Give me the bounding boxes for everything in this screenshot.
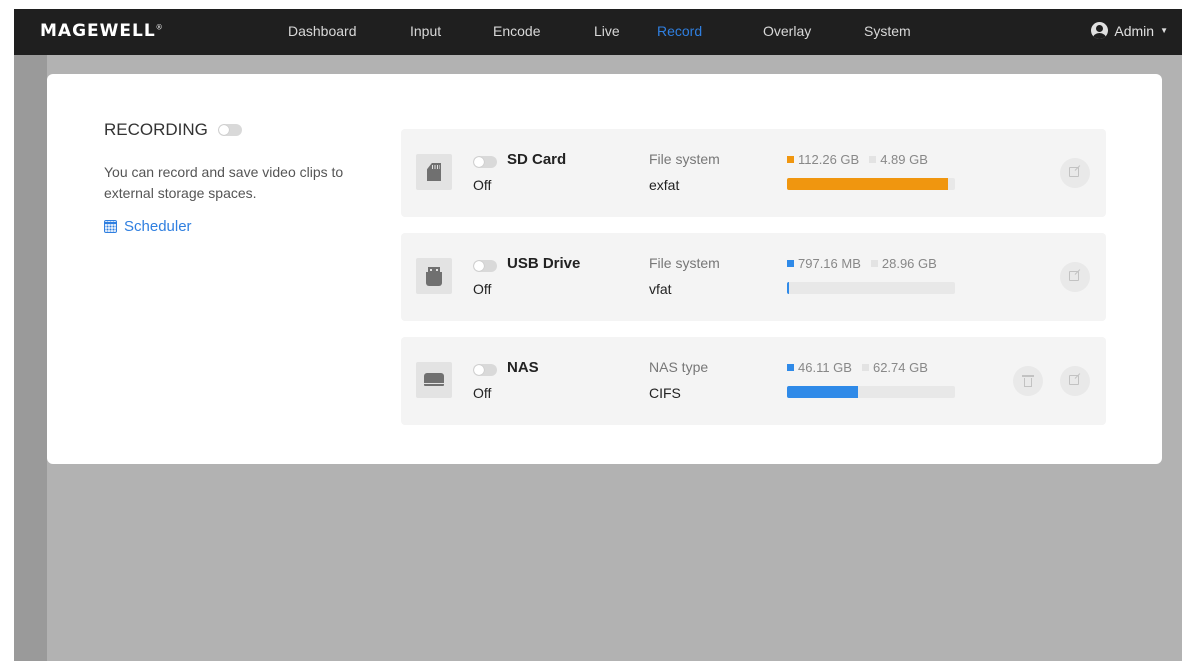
usb-drive-used: 797.16 MB (798, 256, 861, 271)
nas-usage-bar (787, 386, 955, 398)
sd-card-usage-legend: 112.26 GB 4.89 GB (787, 152, 928, 167)
user-menu[interactable]: Admin ▼ (1091, 22, 1168, 39)
usb-drive-usage-bar (787, 282, 955, 294)
storage-row-usb-drive: USB Drive Off File system vfat 797.16 MB… (401, 233, 1106, 321)
scheduler-label: Scheduler (124, 218, 192, 235)
nas-delete-button[interactable] (1013, 366, 1043, 396)
nas-usage-legend: 46.11 GB 62.74 GB (787, 360, 928, 375)
used-swatch (787, 364, 794, 371)
storage-row-nas: NAS Off NAS type CIFS 46.11 GB 62.74 GB (401, 337, 1106, 425)
used-swatch (787, 260, 794, 267)
scheduler-link[interactable]: Scheduler (104, 218, 192, 235)
nas-usage-fill (787, 386, 858, 398)
nav-overlay[interactable]: Overlay (763, 23, 811, 39)
sd-card-usage-bar (787, 178, 955, 190)
edit-icon (1069, 167, 1079, 177)
free-swatch (861, 364, 869, 371)
trash-icon (1022, 375, 1034, 387)
usb-drive-fs-label: File system (649, 255, 720, 271)
free-swatch (869, 156, 877, 163)
edit-icon (1069, 375, 1079, 385)
nas-icon (416, 362, 452, 398)
usb-drive-usage-fill (787, 282, 789, 294)
edit-icon (1069, 271, 1079, 281)
nav-input[interactable]: Input (410, 23, 441, 39)
usb-drive-icon (416, 258, 452, 294)
nas-name: NAS (507, 359, 539, 376)
recording-toggle[interactable] (217, 124, 242, 136)
recording-panel: RECORDING You can record and save video … (47, 74, 1162, 464)
sd-card-used: 112.26 GB (798, 152, 860, 167)
sd-card-fs-label: File system (649, 151, 720, 167)
sd-card-free: 4.89 GB (880, 152, 928, 167)
usb-drive-usage-legend: 797.16 MB 28.96 GB (787, 256, 937, 271)
nav-record[interactable]: Record (657, 23, 702, 39)
sd-card-fs-value: exfat (649, 177, 680, 193)
used-swatch (787, 156, 794, 163)
free-swatch (870, 260, 878, 267)
nas-used: 46.11 GB (798, 360, 852, 375)
app-window: MAGEWELL® Dashboard Input Encode Live Re… (14, 9, 1182, 661)
nav-live[interactable]: Live (594, 23, 620, 39)
usb-drive-name: USB Drive (507, 255, 581, 272)
sd-card-name: SD Card (507, 151, 567, 168)
recording-description: You can record and save video clips to e… (104, 164, 344, 201)
caret-down-icon: ▼ (1160, 26, 1168, 35)
nas-status: Off (473, 385, 492, 401)
user-avatar-icon (1091, 22, 1109, 39)
nas-edit-button[interactable] (1060, 366, 1090, 396)
top-navigation-bar: MAGEWELL® Dashboard Input Encode Live Re… (14, 9, 1182, 55)
nas-free: 62.74 GB (872, 360, 928, 375)
usb-drive-status: Off (473, 281, 492, 297)
nav-system[interactable]: System (864, 23, 911, 39)
usb-drive-free: 28.96 GB (881, 256, 937, 271)
sd-card-edit-button[interactable] (1060, 158, 1090, 188)
usb-drive-toggle[interactable] (473, 260, 497, 272)
sd-card-toggle[interactable] (473, 156, 497, 168)
storage-row-sd-card: SD Card Off File system exfat 112.26 GB … (401, 129, 1106, 217)
recording-header: RECORDING (104, 120, 242, 140)
nav-encode[interactable]: Encode (493, 23, 540, 39)
sd-card-usage-fill (787, 178, 948, 190)
sd-card-status: Off (473, 177, 492, 193)
user-name: Admin (1114, 22, 1155, 39)
nas-type-value: CIFS (649, 385, 681, 401)
nas-toggle[interactable] (473, 364, 497, 376)
sidebar-background (14, 55, 47, 661)
recording-title: RECORDING (104, 120, 208, 139)
usb-drive-edit-button[interactable] (1060, 262, 1090, 292)
calendar-icon (104, 220, 117, 233)
brand-logo[interactable]: MAGEWELL® (40, 21, 164, 41)
nav-dashboard[interactable]: Dashboard (288, 23, 357, 39)
sd-card-icon (416, 154, 452, 190)
usb-drive-fs-value: vfat (649, 281, 672, 297)
nas-type-label: NAS type (649, 359, 709, 375)
